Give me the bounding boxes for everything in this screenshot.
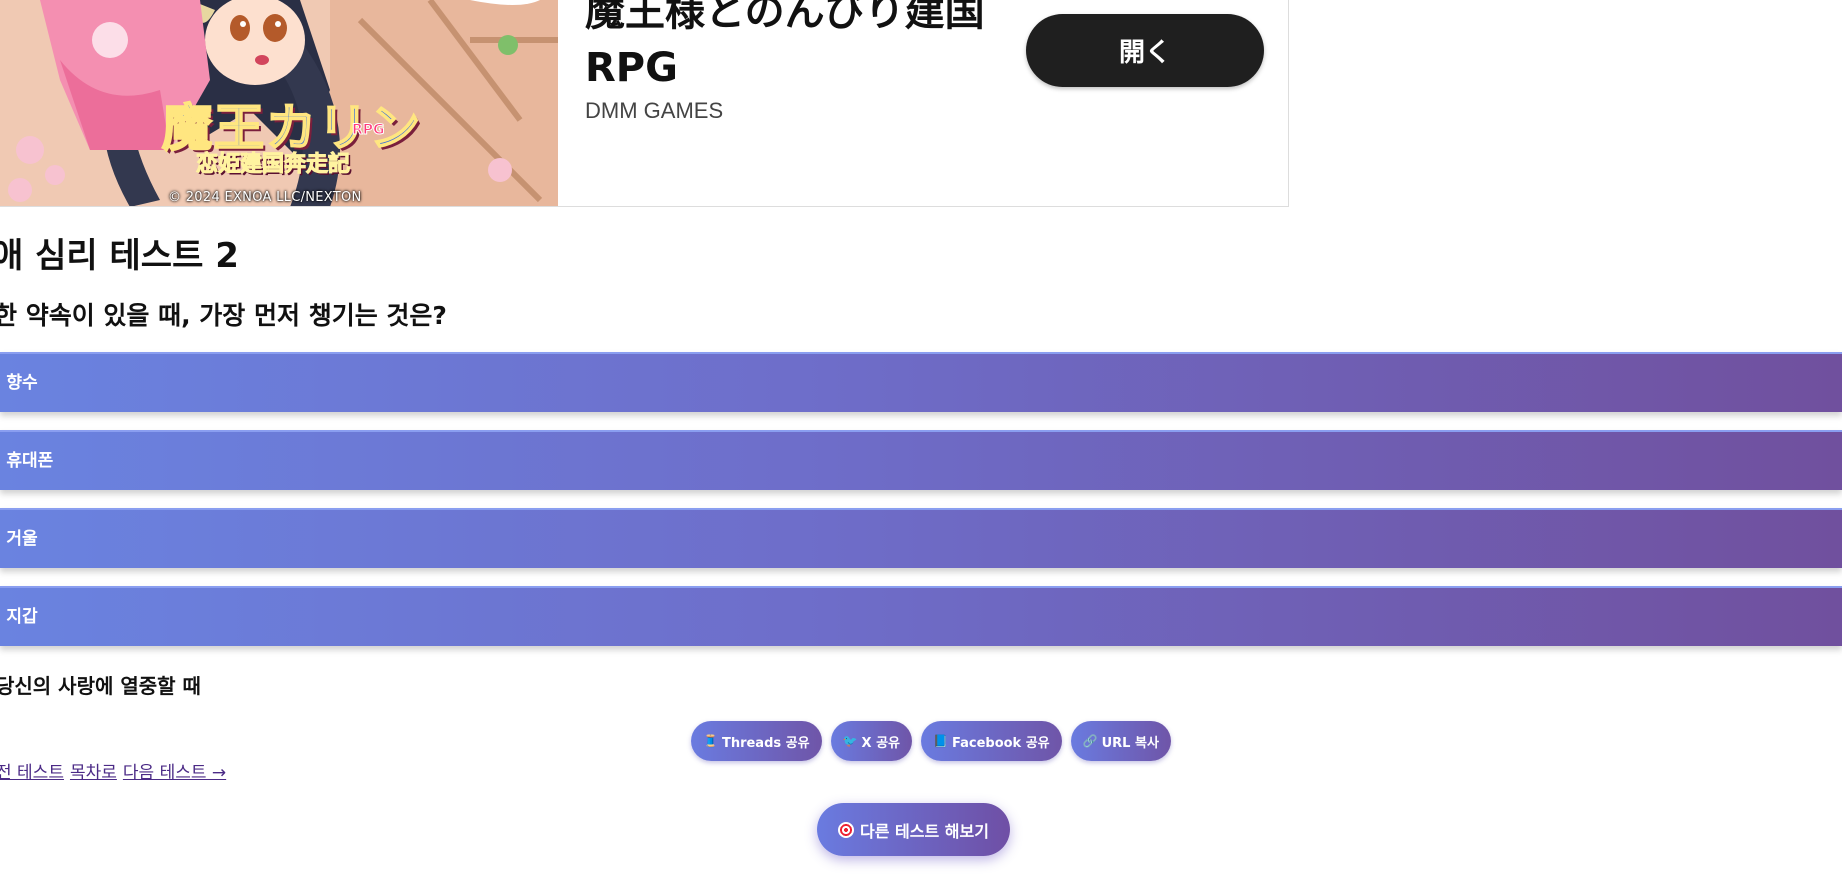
ad-logo-subtitle: 恋姫建国奔走記 bbox=[195, 151, 351, 178]
option-b-button[interactable]: . 휴대폰 bbox=[0, 430, 1842, 490]
threads-icon: 🧵 bbox=[703, 734, 718, 748]
ad-image[interactable]: 魔王カリン RPG 恋姫建国奔走記 © 2024 EXNOA LLC/NEXTO… bbox=[0, 0, 558, 206]
share-label: Facebook 공유 bbox=[951, 735, 1050, 751]
share-label: Threads 공유 bbox=[721, 735, 810, 751]
threads-share-button[interactable]: 🧵 Threads 공유 bbox=[691, 721, 822, 761]
option-c-button[interactable]: . 거울 bbox=[0, 508, 1842, 568]
facebook-icon: 📘 bbox=[933, 734, 948, 748]
facebook-share-button[interactable]: 📘 Facebook 공유 bbox=[921, 721, 1062, 761]
ad-copyright: © 2024 EXNOA LLC/NEXTON bbox=[168, 190, 362, 205]
option-a-button[interactable]: . 향수 bbox=[0, 352, 1842, 412]
ad-open-button[interactable]: 開く bbox=[1026, 14, 1264, 87]
other-test-button[interactable]: 다른 테스트 해보기 bbox=[817, 803, 1010, 856]
page: 魔王カリン RPG 恋姫建国奔走記 © 2024 EXNOA LLC/NEXTO… bbox=[0, 0, 1842, 887]
share-buttons: 🧵 Threads 공유 🐦 X 공유 📘 Facebook 공유 🔗 URL … bbox=[691, 721, 1171, 761]
share-label: URL 복사 bbox=[1101, 735, 1159, 751]
option-d-button[interactable]: . 지갑 bbox=[0, 586, 1842, 646]
prev-test-link[interactable]: 전 테스트 bbox=[0, 763, 64, 783]
x-icon: 🐦 bbox=[842, 734, 858, 748]
list-link[interactable]: 목차로 bbox=[70, 763, 117, 783]
ad-logo-badge: RPG bbox=[352, 122, 386, 139]
target-icon bbox=[838, 821, 855, 838]
ad-title[interactable]: 魔王様とのんびり建国RPG bbox=[585, 0, 1005, 96]
test-title: 애 심리 테스트 2 bbox=[0, 236, 239, 276]
copy-url-button[interactable]: 🔗 URL 복사 bbox=[1070, 721, 1171, 761]
share-label: X 공유 bbox=[861, 735, 901, 751]
result-text: 당신의 사랑에 열중할 때 bbox=[0, 674, 201, 698]
ad-banner[interactable]: 魔王カリン RPG 恋姫建国奔走記 © 2024 EXNOA LLC/NEXTO… bbox=[0, 0, 1289, 207]
next-test-link[interactable]: 다음 테스트 → bbox=[123, 763, 226, 783]
test-navigation: 전 테스트 목차로 다음 테스트 → bbox=[0, 758, 232, 783]
ad-publisher: DMM GAMES bbox=[585, 98, 724, 123]
link-icon: 🔗 bbox=[1082, 734, 1098, 748]
x-share-button[interactable]: 🐦 X 공유 bbox=[830, 721, 913, 761]
other-test-label: 다른 테스트 해보기 bbox=[860, 821, 989, 841]
question-text: 한 약속이 있을 때, 가장 먼저 챙기는 것은? bbox=[0, 301, 447, 330]
